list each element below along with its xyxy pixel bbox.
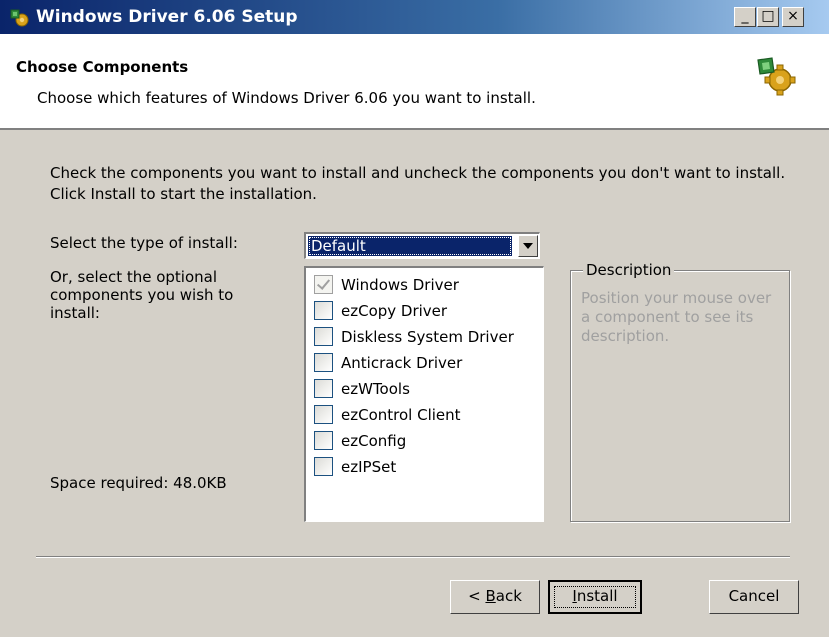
- maximize-icon: □: [761, 8, 775, 24]
- maximize-button[interactable]: □: [757, 7, 779, 27]
- install-type-selected-value: Default: [308, 236, 512, 256]
- component-label: ezCopy Driver: [341, 302, 448, 320]
- description-text: Position your mouse over a component to …: [581, 289, 772, 345]
- component-label: Diskless System Driver: [341, 328, 514, 346]
- checkbox[interactable]: [314, 457, 333, 476]
- back-prefix: <: [468, 587, 486, 605]
- install-button[interactable]: Install: [548, 580, 642, 614]
- checkbox[interactable]: [314, 301, 333, 320]
- component-label: Anticrack Driver: [341, 354, 463, 372]
- component-label: ezConfig: [341, 432, 407, 450]
- page-title: Choose Components: [16, 58, 189, 76]
- dropdown-button[interactable]: [518, 235, 538, 257]
- back-label-rest: ack: [495, 587, 522, 605]
- chevron-down-icon: [523, 243, 533, 249]
- checkbox[interactable]: [314, 405, 333, 424]
- checkbox[interactable]: [314, 379, 333, 398]
- install-type-select[interactable]: Default: [304, 232, 540, 259]
- installer-icon: [10, 9, 29, 27]
- component-label: ezIPSet: [341, 458, 397, 476]
- components-list[interactable]: Windows Driver ezCopy Driver Diskless Sy…: [304, 266, 544, 522]
- back-mnemonic: B: [485, 587, 496, 605]
- description-group: Description Position your mouse over a c…: [570, 261, 790, 522]
- checkbox[interactable]: [314, 327, 333, 346]
- installer-icon: [757, 57, 796, 96]
- close-button[interactable]: ×: [782, 7, 804, 27]
- component-label: Windows Driver: [341, 276, 459, 294]
- close-icon: ×: [787, 8, 799, 24]
- component-label: ezControl Client: [341, 406, 461, 424]
- cancel-button[interactable]: Cancel: [709, 580, 799, 614]
- divider: [36, 556, 790, 558]
- checkbox[interactable]: [314, 431, 333, 450]
- optional-components-label: Or, select the optional components you w…: [50, 268, 234, 322]
- checkmark-icon: [316, 276, 331, 290]
- description-legend: Description: [583, 261, 675, 279]
- checkbox[interactable]: [314, 275, 333, 294]
- focus-ring: [554, 586, 636, 608]
- install-type-label: Select the type of install:: [50, 234, 238, 252]
- minimize-button[interactable]: _: [734, 7, 756, 27]
- setup-window: Windows Driver 6.06 Setup _ □ × Choose C…: [0, 0, 829, 637]
- back-button[interactable]: < Back: [450, 580, 540, 614]
- space-required-label: Space required: 48.0KB: [50, 474, 227, 492]
- minimize-icon: _: [741, 8, 749, 24]
- window-title: Windows Driver 6.06 Setup: [36, 7, 298, 27]
- component-label: ezWTools: [341, 380, 410, 398]
- checkbox[interactable]: [314, 353, 333, 372]
- instructions-text: Check the components you want to install…: [50, 164, 786, 203]
- header-panel: Choose Components Choose which features …: [0, 34, 829, 130]
- title-bar[interactable]: Windows Driver 6.06 Setup _ □ ×: [0, 0, 829, 34]
- page-subtitle: Choose which features of Windows Driver …: [37, 89, 536, 107]
